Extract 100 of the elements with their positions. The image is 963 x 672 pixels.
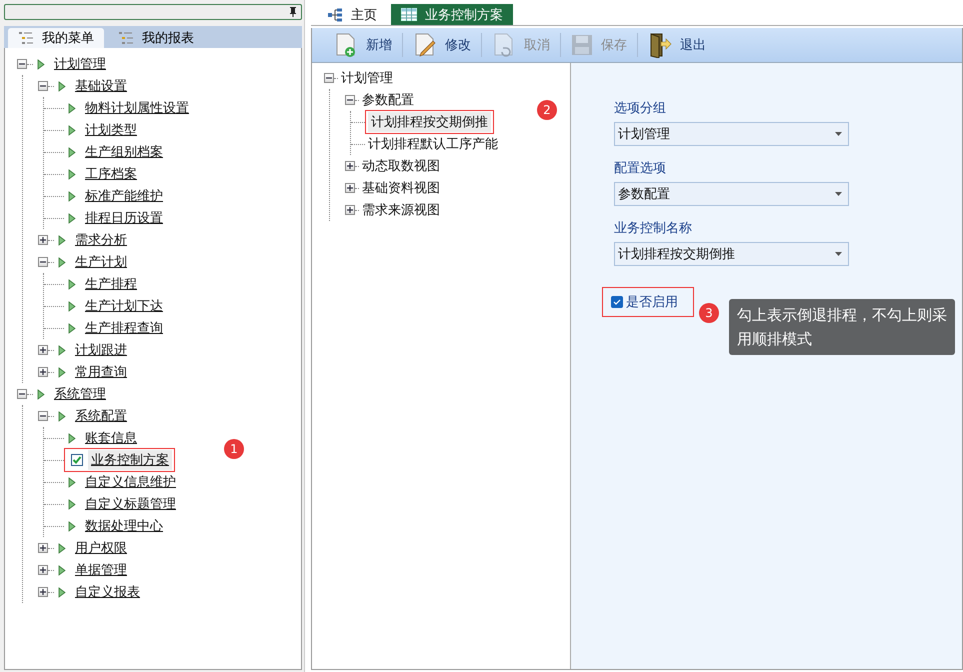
tree-item[interactable]: 生产排程 bbox=[82, 274, 140, 294]
collapse-icon[interactable] bbox=[17, 59, 27, 69]
dropdown-caret-icon bbox=[835, 252, 842, 256]
arrow-icon bbox=[58, 542, 66, 554]
tree-item[interactable]: 基础设置 bbox=[72, 76, 130, 96]
expand-icon[interactable] bbox=[38, 235, 48, 245]
arrow-icon bbox=[68, 168, 76, 180]
arrow-icon bbox=[68, 146, 76, 158]
collapse-icon[interactable] bbox=[345, 95, 355, 105]
collapse-icon[interactable] bbox=[38, 257, 48, 267]
expand-icon[interactable] bbox=[38, 543, 48, 553]
tree-item[interactable]: 参数配置 bbox=[359, 90, 417, 110]
toolbar-button[interactable]: 退出 bbox=[638, 30, 716, 60]
arrow-icon bbox=[68, 432, 76, 444]
tree-item[interactable]: 物料计划属性设置 bbox=[82, 98, 192, 118]
document-tab[interactable]: 业务控制方案 bbox=[391, 4, 513, 25]
tree-item[interactable]: 生产计划 bbox=[72, 252, 130, 272]
menu-tab[interactable]: 我的报表 bbox=[108, 28, 204, 48]
arrow-icon bbox=[68, 278, 76, 290]
arrow-icon bbox=[68, 300, 76, 312]
edit-document-icon bbox=[413, 32, 437, 58]
tree-list-icon bbox=[18, 31, 34, 45]
tree-item[interactable]: 计划排程按交期倒推 bbox=[368, 112, 491, 132]
tree-item[interactable]: 排程日历设置 bbox=[82, 208, 166, 228]
select-field[interactable]: 计划排程按交期倒推 bbox=[614, 242, 849, 266]
tree-item[interactable]: 自定义标题管理 bbox=[82, 494, 179, 514]
arrow-icon bbox=[58, 564, 66, 576]
collapse-icon[interactable] bbox=[38, 411, 48, 421]
tooltip: 勾上表示倒退排程，不勾上则采用顺排模式 bbox=[729, 299, 955, 355]
tree-item[interactable]: 计划管理 bbox=[338, 68, 396, 88]
tree-item[interactable]: 系统管理 bbox=[51, 384, 109, 404]
tree-item[interactable]: 业务控制方案 bbox=[88, 450, 172, 470]
expand-icon[interactable] bbox=[38, 587, 48, 597]
pin-icon[interactable] bbox=[289, 7, 297, 17]
arrow-icon bbox=[68, 476, 76, 488]
arrow-icon bbox=[58, 234, 66, 246]
arrow-icon bbox=[58, 410, 66, 422]
tree-item[interactable]: 数据处理中心 bbox=[82, 516, 166, 536]
tree-item[interactable]: 自定义报表 bbox=[72, 582, 143, 602]
collapse-icon[interactable] bbox=[324, 73, 334, 83]
expand-icon[interactable] bbox=[38, 367, 48, 377]
select-field[interactable]: 参数配置 bbox=[614, 182, 849, 206]
expand-icon[interactable] bbox=[345, 161, 355, 171]
select-field[interactable]: 计划管理 bbox=[614, 122, 849, 146]
arrow-icon bbox=[58, 344, 66, 356]
menu-tab[interactable]: 我的菜单 bbox=[8, 28, 104, 48]
arrow-icon bbox=[58, 586, 66, 598]
arrow-icon bbox=[68, 124, 76, 136]
dropdown-caret-icon bbox=[835, 132, 842, 136]
field-label: 业务控制名称 bbox=[614, 220, 693, 237]
tree-item[interactable]: 生产排程查询 bbox=[82, 318, 166, 338]
field-label: 配置选项 bbox=[614, 160, 667, 177]
field-label: 选项分组 bbox=[614, 100, 667, 117]
tree-item[interactable]: 计划管理 bbox=[51, 54, 109, 74]
arrow-icon bbox=[37, 58, 45, 70]
tree-list-icon bbox=[118, 31, 134, 45]
tree-item[interactable]: 常用查询 bbox=[72, 362, 130, 382]
callout-badge: 2 bbox=[537, 100, 557, 120]
checkbox-label: 是否启用 bbox=[626, 294, 678, 311]
callout-badge: 1 bbox=[224, 439, 244, 459]
tree-item[interactable]: 动态取数视图 bbox=[359, 156, 443, 176]
tree-item[interactable]: 生产组别档案 bbox=[82, 142, 166, 162]
collapse-icon[interactable] bbox=[38, 81, 48, 91]
tree-item[interactable]: 计划类型 bbox=[82, 120, 140, 140]
tree-item[interactable]: 系统配置 bbox=[72, 406, 130, 426]
arrow-icon bbox=[68, 102, 76, 114]
checkbox-icon bbox=[71, 454, 83, 466]
arrow-icon bbox=[58, 256, 66, 268]
document-tab[interactable]: 主页 bbox=[317, 4, 387, 25]
door-exit-icon bbox=[648, 32, 672, 58]
toolbar-button[interactable]: 新增 bbox=[324, 30, 402, 60]
callout-badge: 3 bbox=[699, 303, 719, 323]
tree-item[interactable]: 标准产能维护 bbox=[82, 186, 166, 206]
tree-item[interactable]: 用户权限 bbox=[72, 538, 130, 558]
new-document-icon bbox=[334, 32, 358, 58]
arrow-icon bbox=[68, 212, 76, 224]
expand-icon[interactable] bbox=[38, 345, 48, 355]
tree-item[interactable]: 单据管理 bbox=[72, 560, 130, 580]
sitemap-icon bbox=[327, 8, 343, 22]
tree-item[interactable]: 基础资料视图 bbox=[359, 178, 443, 198]
tree-item[interactable]: 工序档案 bbox=[82, 164, 140, 184]
checkbox[interactable] bbox=[611, 296, 623, 308]
expand-icon[interactable] bbox=[345, 183, 355, 193]
expand-icon[interactable] bbox=[345, 205, 355, 215]
arrow-icon bbox=[68, 190, 76, 202]
collapse-icon[interactable] bbox=[17, 389, 27, 399]
tree-item[interactable]: 账套信息 bbox=[82, 428, 140, 448]
tree-item[interactable]: 生产计划下达 bbox=[82, 296, 166, 316]
expand-icon[interactable] bbox=[38, 565, 48, 575]
tree-item[interactable]: 计划跟进 bbox=[72, 340, 130, 360]
tree-item[interactable]: 计划排程默认工序产能 bbox=[365, 134, 501, 154]
arrow-icon bbox=[58, 366, 66, 378]
tree-item[interactable]: 自定义信息维护 bbox=[82, 472, 179, 492]
arrow-icon bbox=[37, 388, 45, 400]
toolbar-button[interactable]: 修改 bbox=[403, 30, 481, 60]
arrow-icon bbox=[58, 80, 66, 92]
tree-item[interactable]: 需求分析 bbox=[72, 230, 130, 250]
tree-item[interactable]: 需求来源视图 bbox=[359, 200, 443, 220]
arrow-icon bbox=[68, 498, 76, 510]
arrow-icon bbox=[68, 520, 76, 532]
